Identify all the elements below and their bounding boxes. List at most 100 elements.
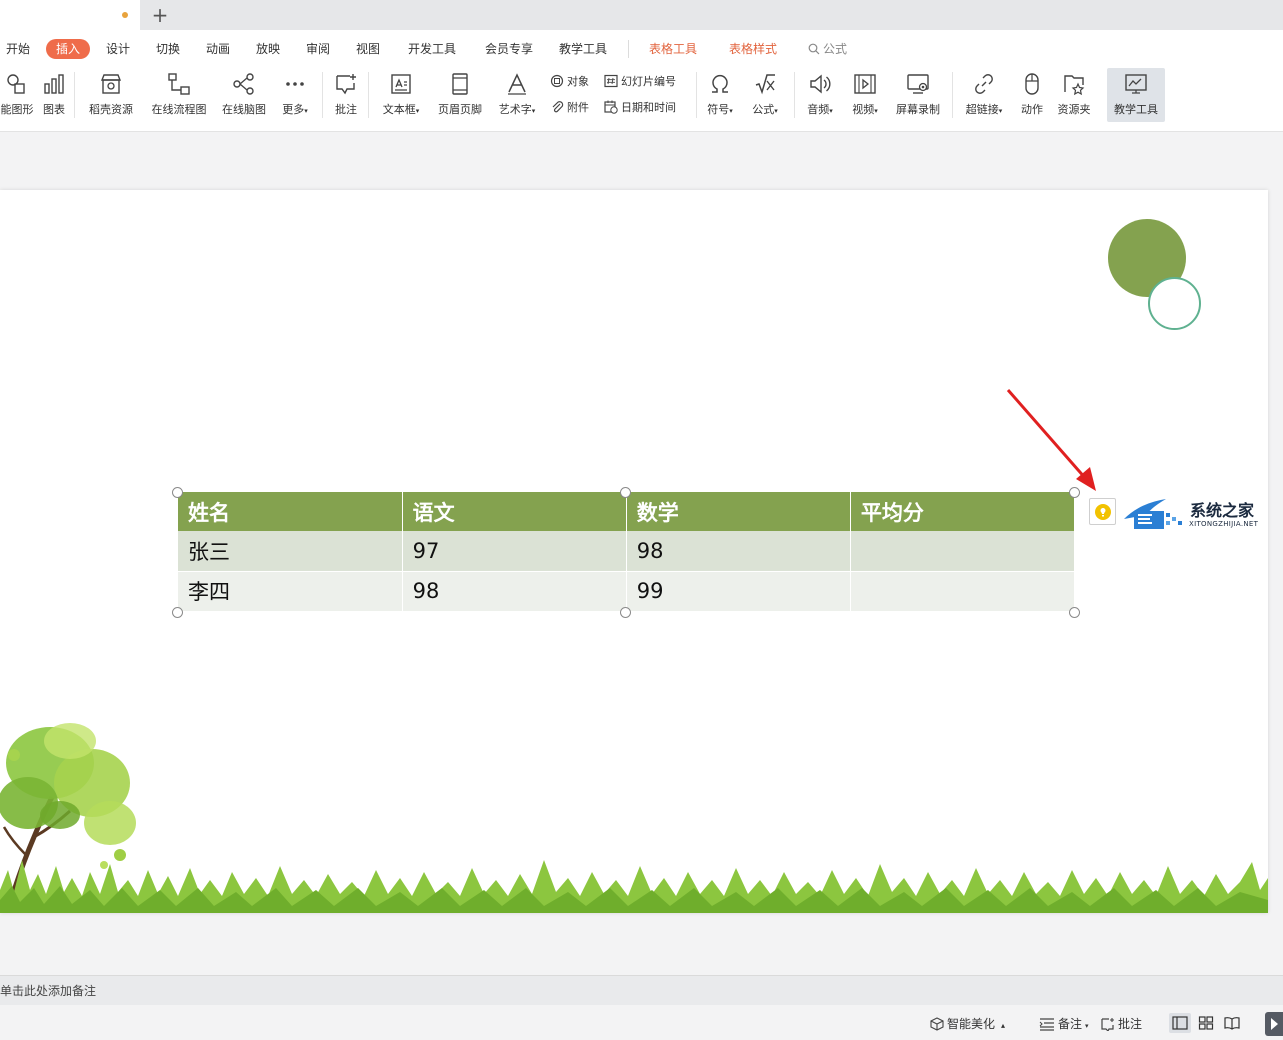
object-icon: [550, 74, 564, 88]
tab-view[interactable]: 视图: [356, 39, 380, 59]
table-cell[interactable]: 98: [402, 571, 627, 612]
slide-number-button[interactable]: 幻灯片编号: [604, 72, 676, 92]
tab-design[interactable]: 设计: [106, 39, 130, 59]
date-time-button[interactable]: 日期和时间: [604, 98, 676, 118]
table-cell[interactable]: 98: [626, 531, 851, 572]
notes-toggle-label: 备注: [1058, 1017, 1083, 1031]
paperclip-icon: [552, 101, 564, 113]
dropdown-arrow-icon: ▾: [304, 107, 308, 115]
comment-label: 批注: [335, 103, 357, 116]
slide-sorter-view-button[interactable]: [1195, 1013, 1217, 1033]
notes-pane[interactable]: 单击此处添加备注: [0, 975, 1283, 1005]
smart-beautify-button[interactable]: 智能美化 ▴: [930, 1015, 1005, 1033]
bar-chart-icon: [44, 74, 64, 94]
teaching-tools-button[interactable]: 教学工具: [1107, 68, 1165, 122]
hyperlink-button[interactable]: 超链接▾: [960, 68, 1008, 122]
table-cell[interactable]: 李四: [178, 571, 403, 612]
notes-toggle-button[interactable]: 备注 ▾: [1039, 1015, 1089, 1033]
online-flowchart-button[interactable]: 在线流程图: [147, 68, 211, 122]
tab-animation[interactable]: 动画: [206, 39, 230, 59]
tab-slideshow[interactable]: 放映: [256, 39, 280, 59]
dropdown-arrow-icon: ▾: [531, 107, 536, 115]
tab-developer[interactable]: 开发工具: [408, 39, 456, 59]
cube-icon: [930, 1017, 944, 1031]
table-cell[interactable]: [850, 571, 1076, 612]
dropdown-arrow-icon: ▾: [998, 107, 1003, 115]
dropdown-arrow-icon: ▾: [1085, 1022, 1089, 1030]
textbox-button[interactable]: 文本框▾: [376, 68, 426, 122]
reading-view-button[interactable]: [1221, 1013, 1243, 1033]
tab-table-style[interactable]: 表格样式: [729, 39, 777, 59]
status-comment-label: 批注: [1118, 1017, 1143, 1031]
table-cell[interactable]: 张三: [178, 531, 403, 572]
header-footer-button[interactable]: 页眉页脚: [433, 68, 487, 122]
video-button[interactable]: 视频▾: [846, 68, 884, 122]
tab-teaching[interactable]: 教学工具: [559, 39, 607, 59]
search-text: 公式: [823, 42, 848, 56]
tab-table-tools[interactable]: 表格工具: [649, 39, 697, 59]
slide-number-label: 幻灯片编号: [621, 75, 676, 88]
grid-view-icon: [1198, 1016, 1214, 1030]
audio-button[interactable]: 音频▾: [801, 68, 839, 122]
screen-record-button[interactable]: 屏幕录制: [892, 68, 944, 122]
resource-folder-button[interactable]: 资源夹: [1052, 68, 1096, 122]
online-mindmap-button[interactable]: 在线脑图: [218, 68, 270, 122]
table-cell[interactable]: 97: [402, 531, 627, 572]
status-comment-button[interactable]: 批注: [1100, 1015, 1142, 1033]
more-button[interactable]: 更多▾: [276, 68, 314, 122]
table-header-cell[interactable]: 姓名: [178, 492, 403, 531]
tab-member[interactable]: 会员专享: [485, 39, 533, 59]
formula-label: 公式: [752, 103, 775, 116]
resize-handle-top-center[interactable]: [620, 487, 631, 498]
resize-handle-bottom-left[interactable]: [172, 607, 183, 618]
table-header-cell[interactable]: 平均分: [850, 492, 1076, 531]
online-flowchart-label: 在线流程图: [151, 103, 207, 116]
ribbon-separator: [696, 72, 697, 118]
table-header-cell[interactable]: 语文: [402, 492, 627, 531]
tab-insert[interactable]: 插入: [46, 39, 91, 59]
table-object[interactable]: 姓名 语文 数学 平均分 张三 97 98 李四 98 99: [178, 492, 1076, 613]
new-tab-button[interactable]: +: [150, 2, 170, 28]
wordart-button[interactable]: 艺术字▾: [493, 68, 541, 122]
resize-handle-bottom-right[interactable]: [1069, 607, 1080, 618]
attachment-button[interactable]: 附件: [550, 98, 589, 118]
wordart-label: 艺术字: [498, 103, 532, 116]
tab-home[interactable]: 开始: [6, 39, 30, 59]
more-dots-icon: [286, 82, 304, 86]
dropdown-arrow-icon: ▾: [774, 107, 778, 115]
tab-review[interactable]: 审阅: [306, 39, 330, 59]
mindmap-icon: [233, 73, 254, 95]
document-tab[interactable]: [0, 0, 140, 30]
table-header-cell[interactable]: 数学: [626, 492, 851, 531]
decorative-circle-outline: [1148, 277, 1201, 330]
watermark-title: 系统之家: [1190, 501, 1255, 520]
docer-resources-button[interactable]: 稻壳资源: [84, 68, 138, 122]
comment-icon: [336, 74, 356, 95]
resize-handle-top-left[interactable]: [172, 487, 183, 498]
ribbon-separator: [322, 72, 323, 118]
smart-shape-icon: [7, 74, 25, 94]
notes-placeholder[interactable]: 单击此处添加备注: [0, 982, 96, 999]
chart-button[interactable]: 图表: [38, 68, 70, 122]
normal-view-button[interactable]: [1169, 1013, 1191, 1033]
slide-canvas[interactable]: 姓名 语文 数学 平均分 张三 97 98 李四 98 99 系统之家 XITO…: [0, 190, 1268, 913]
table-cell[interactable]: 99: [626, 571, 851, 612]
ribbon-separator: [368, 72, 369, 118]
caret-up-icon: ▴: [1001, 1021, 1006, 1030]
object-button[interactable]: 对象: [550, 72, 589, 92]
watermark-subtitle: XITONGZHIJIA.NET: [1189, 520, 1259, 528]
search-box[interactable]: 公式: [808, 39, 847, 59]
resize-handle-bottom-center[interactable]: [620, 607, 631, 618]
play-slideshow-button[interactable]: [1265, 1012, 1283, 1036]
action-button[interactable]: 动作: [1016, 68, 1048, 122]
table-cell[interactable]: [850, 531, 1076, 572]
formula-button[interactable]: 公式▾: [746, 68, 784, 122]
symbol-button[interactable]: 符号▾: [701, 68, 739, 122]
tab-transition[interactable]: 切换: [156, 39, 180, 59]
smart-shape-button[interactable]: 能图形: [0, 68, 34, 122]
smart-suggestion-button[interactable]: [1089, 498, 1116, 525]
comment-button[interactable]: 批注: [330, 68, 362, 122]
score-table[interactable]: 姓名 语文 数学 平均分 张三 97 98 李四 98 99: [178, 492, 1076, 612]
dropdown-arrow-icon: ▾: [415, 107, 420, 115]
speaker-icon: [810, 74, 831, 94]
